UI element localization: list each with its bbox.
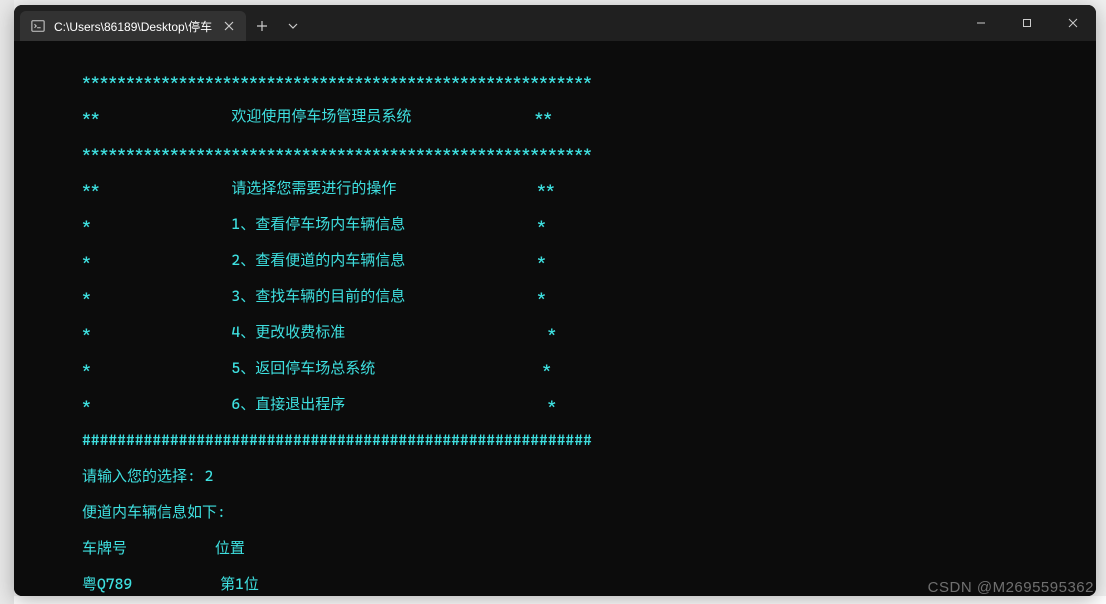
menu-border-top: ****************************************… xyxy=(14,71,1096,89)
col-plate-header: 车牌号 xyxy=(82,539,127,557)
input-value: 2 xyxy=(205,467,214,485)
tab-title: C:\Users\86189\Desktop\停车 xyxy=(54,18,212,35)
input-line: 请输入您的选择: 2 xyxy=(14,467,1096,485)
tab-close-button[interactable] xyxy=(220,17,238,35)
menu-item-5: * 5、返回停车场总系统 * xyxy=(14,359,1096,377)
titlebar: C:\Users\86189\Desktop\停车 xyxy=(14,5,1096,41)
col-pos-header: 位置 xyxy=(215,539,245,557)
input-prompt-label: 请输入您的选择: xyxy=(82,467,196,485)
plate-cell: 粤Q789 xyxy=(82,575,132,593)
menu-border-mid: ****************************************… xyxy=(14,143,1096,161)
background-strip-bottom xyxy=(14,596,1106,604)
maximize-button[interactable] xyxy=(1004,5,1050,41)
position-cell: 第1位 xyxy=(220,575,259,593)
menu-item-3: * 3、查找车辆的目前的信息 * xyxy=(14,287,1096,305)
terminal-icon xyxy=(30,18,46,34)
menu-prompt: ** 请选择您需要进行的操作 ** xyxy=(14,179,1096,197)
window-controls xyxy=(958,5,1096,41)
titlebar-drag-region[interactable] xyxy=(308,5,958,41)
menu-title: ** 欢迎使用停车场管理员系统 ** xyxy=(14,107,1096,125)
menu-item-2: * 2、查看便道的内车辆信息 * xyxy=(14,251,1096,269)
menu-item-1: * 1、查看停车场内车辆信息 * xyxy=(14,215,1096,233)
menu-border-bottom: ########################################… xyxy=(14,431,1096,449)
table-header: 车牌号 位置 xyxy=(14,539,1096,557)
menu-item-4: * 4、更改收费标准 * xyxy=(14,323,1096,341)
result-header: 便道内车辆信息如下: xyxy=(14,503,1096,521)
terminal-output[interactable]: ****************************************… xyxy=(14,41,1096,596)
watermark: CSDN @M2695595362 xyxy=(928,579,1094,596)
minimize-button[interactable] xyxy=(958,5,1004,41)
terminal-window: C:\Users\86189\Desktop\停车 **************… xyxy=(14,5,1096,596)
menu-item-6: * 6、直接退出程序 * xyxy=(14,395,1096,413)
close-button[interactable] xyxy=(1050,5,1096,41)
new-tab-button[interactable] xyxy=(246,11,278,41)
background-strip-left xyxy=(0,0,14,604)
active-tab[interactable]: C:\Users\86189\Desktop\停车 xyxy=(20,11,246,41)
tab-dropdown-button[interactable] xyxy=(278,11,308,41)
